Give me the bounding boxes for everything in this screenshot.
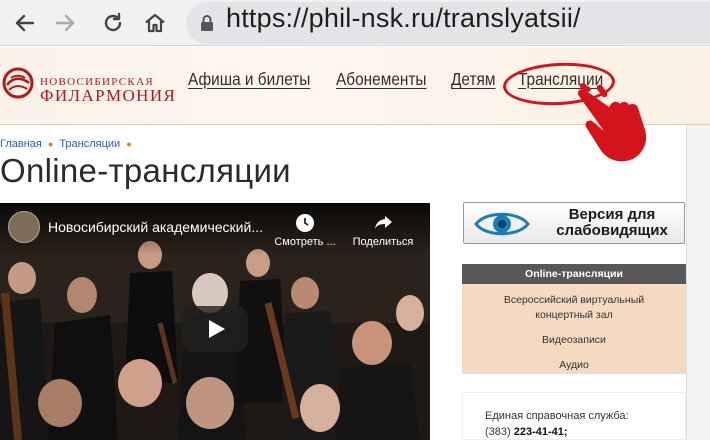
- breadcrumb-separator: ●: [47, 139, 54, 149]
- play-button[interactable]: [182, 306, 248, 352]
- logo-text-line2: ФИЛАРМОНИЯ: [40, 86, 177, 105]
- breadcrumb-home[interactable]: Главная: [0, 138, 42, 150]
- phone-number[interactable]: (383) 223-41-41;: [485, 426, 568, 438]
- sidebar-nav: Online-трансляции Всероссийский виртуаль…: [462, 264, 686, 374]
- home-icon: [145, 13, 165, 33]
- url-text: https://phil-nsk.ru/translyatsii/: [226, 3, 581, 33]
- clock-icon: [296, 214, 314, 232]
- eye-icon: [474, 212, 530, 236]
- info-label: Единая справочная служба:: [485, 410, 629, 422]
- philharmonic-logo-icon[interactable]: [2, 67, 34, 99]
- scrollbar[interactable]: [686, 125, 710, 440]
- watch-later-button[interactable]: Смотреть ...: [270, 213, 340, 248]
- sidebar-item-online-broadcasts[interactable]: Online-трансляции: [462, 264, 686, 284]
- browser-toolbar: https://phil-nsk.ru/translyatsii/: [0, 0, 710, 46]
- pointing-hand-icon: [577, 83, 647, 162]
- breadcrumb-broadcasts[interactable]: Трансляции: [59, 138, 120, 150]
- share-button[interactable]: Поделиться: [348, 213, 418, 248]
- channel-avatar[interactable]: [8, 211, 40, 243]
- sidebar-item-virtual-hall[interactable]: Всероссийский виртуальный концертный зал: [462, 293, 686, 323]
- reload-button[interactable]: [96, 6, 130, 40]
- lock-icon: [201, 15, 213, 31]
- watch-later-label: Смотреть ...: [274, 236, 336, 248]
- share-label: Поделиться: [352, 236, 414, 248]
- arrow-right-icon: [55, 14, 75, 32]
- breadcrumb: Главная ● Трансляции ●: [0, 138, 138, 150]
- accessible-version-label: Версия для слабовидящих: [556, 206, 668, 239]
- sidebar-item-videos[interactable]: Видеозаписи: [462, 333, 686, 348]
- arrow-left-icon: [15, 14, 35, 32]
- page-title: Online-трансляции: [0, 152, 291, 189]
- phone-code: (383): [485, 426, 511, 438]
- menu-item-subscriptions[interactable]: Абонементы: [336, 69, 427, 90]
- forward-button[interactable]: [48, 6, 82, 40]
- reload-icon: [104, 12, 122, 32]
- back-button[interactable]: [8, 6, 42, 40]
- video-title[interactable]: Новосибирский академический...: [48, 219, 263, 235]
- home-button[interactable]: [138, 6, 172, 40]
- contact-info: Единая справочная служба: (383) 223-41-4…: [462, 392, 686, 440]
- address-bar[interactable]: https://phil-nsk.ru/translyatsii/: [186, 2, 710, 44]
- menu-item-children[interactable]: Детям: [451, 69, 495, 90]
- video-player[interactable]: Новосибирский академический... Смотреть …: [0, 203, 430, 440]
- menu-item-tickets[interactable]: Афиша и билеты: [188, 69, 310, 90]
- share-icon: [375, 216, 392, 229]
- accessible-version-button[interactable]: Версия для слабовидящих: [463, 202, 685, 244]
- sidebar-item-audio[interactable]: Аудио: [462, 358, 686, 373]
- phone-digits: 223-41-41;: [513, 426, 568, 438]
- breadcrumb-separator: ●: [126, 139, 132, 149]
